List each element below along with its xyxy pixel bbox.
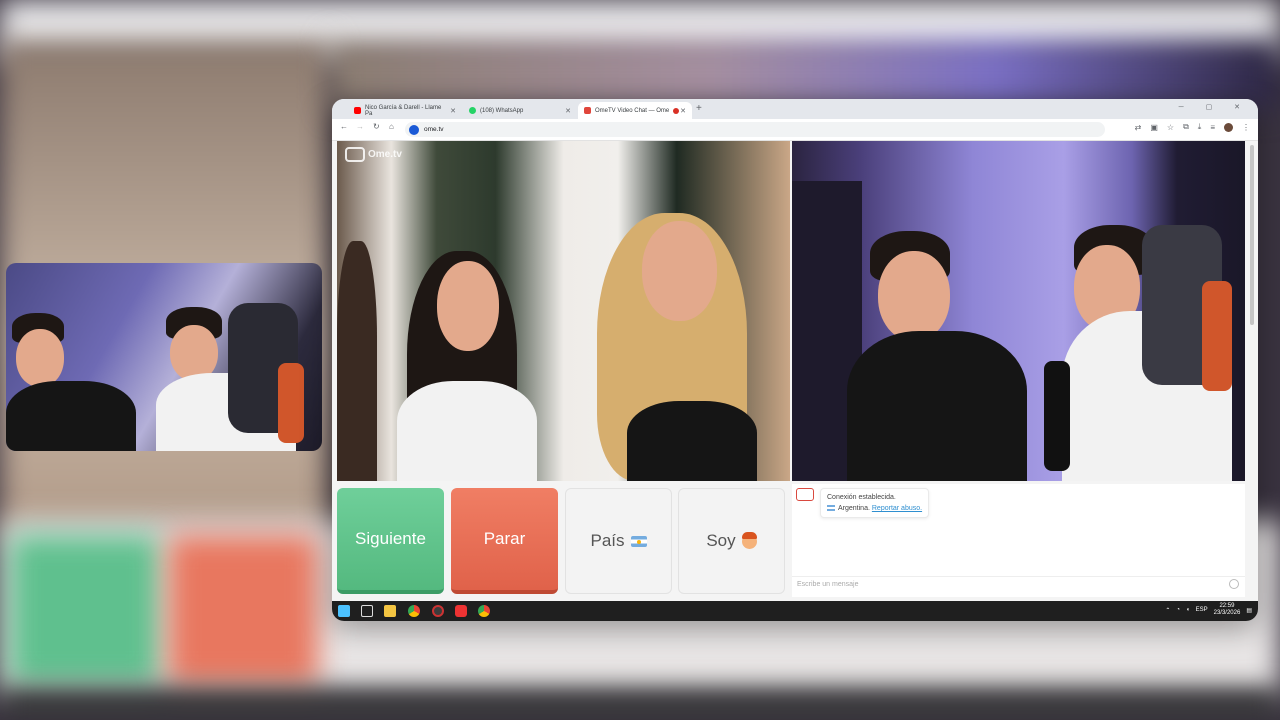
argentina-flag-icon <box>630 535 647 547</box>
clock[interactable]: 22:59 23/3/2026 <box>1214 603 1241 617</box>
system-tray: ⌃ ◔ ◖ ESP 22:59 23/3/2026 ▤ <box>1165 603 1252 617</box>
close-icon[interactable]: ✕ <box>450 107 456 115</box>
own-video <box>792 141 1245 481</box>
tab-label: OmeTV Video Chat — Ome <box>595 107 670 114</box>
menu-icon[interactable]: ⋮ <box>1242 123 1250 132</box>
tab-youtube[interactable]: Nico García & Darell - Llame Pa ✕ <box>348 102 462 119</box>
tray-expand-icon[interactable]: ⌃ <box>1165 607 1170 614</box>
clock-time: 22:59 <box>1219 603 1235 609</box>
download-icon[interactable]: ⤓ <box>1198 122 1202 132</box>
gender-button[interactable]: Soy <box>678 488 785 594</box>
partner-country: Argentina. <box>838 505 870 512</box>
file-explorer-icon[interactable] <box>384 605 396 617</box>
back-icon[interactable]: ← <box>340 122 348 131</box>
reload-icon[interactable]: ↻ <box>373 122 380 131</box>
tv-icon <box>345 147 365 162</box>
close-icon[interactable]: ✕ <box>565 107 571 115</box>
message-input[interactable]: Escribe un mensaje <box>792 576 1245 592</box>
emoji-icon[interactable] <box>1229 579 1239 589</box>
tab-bar: Nico García & Darell - Llame Pa ✕ (108) … <box>332 99 1258 119</box>
ometv-watermark: Ome.tv <box>345 147 402 162</box>
site-info-icon[interactable] <box>409 124 419 135</box>
tab-ometv[interactable]: OmeTV Video Chat — Ome ✕ <box>578 102 692 119</box>
streamer-webcam <box>6 263 322 451</box>
browser-toolbar: ← → ↻ ⌂ ome.tv ⇄ ▣ ☆ ⧉ ⤓ ≡ ⋮ <box>332 119 1258 141</box>
chrome-icon[interactable] <box>408 605 420 617</box>
chrome-icon[interactable] <box>478 605 490 617</box>
browser-window: Nico García & Darell - Llame Pa ✕ (108) … <box>332 99 1258 621</box>
clock-date: 23/3/2026 <box>1213 610 1241 616</box>
tab-label: (108) WhatsApp <box>480 107 524 114</box>
forward-icon[interactable]: → <box>356 122 364 131</box>
obs-icon[interactable] <box>432 605 444 617</box>
ometv-page: Ome.tv Siguiente Parar País Soy Conexión… <box>332 141 1258 601</box>
report-abuse-link[interactable]: Reportar abuso. <box>872 505 922 512</box>
extensions-icon[interactable]: ⧉ <box>1183 122 1189 132</box>
boy-emoji-icon <box>741 531 757 549</box>
tab-label: Nico García & Darell - Llame Pa <box>365 104 442 117</box>
task-view-icon[interactable] <box>361 605 373 617</box>
home-icon[interactable]: ⌂ <box>389 122 394 131</box>
volume-icon[interactable]: ◖ <box>1186 607 1190 613</box>
country-button-label: País <box>590 531 625 550</box>
whatsapp-icon <box>469 107 476 114</box>
connection-status: Conexión establecida. <box>827 494 896 501</box>
url-text: ome.tv <box>424 126 444 133</box>
language-indicator[interactable]: ESP <box>1196 607 1208 613</box>
chat-panel: Conexión establecida. Argentina. Reporta… <box>792 484 1245 597</box>
page-scrollbar[interactable] <box>1250 145 1254 325</box>
system-message: Conexión establecida. Argentina. Reporta… <box>820 488 930 518</box>
recording-icon <box>673 107 680 114</box>
network-icon[interactable]: ◔ <box>1176 607 1180 613</box>
stop-button[interactable]: Parar <box>451 488 558 594</box>
youtube-icon <box>354 107 361 114</box>
stranger-video: Ome.tv <box>337 141 790 481</box>
toolbar-actions: ⇄ ▣ ☆ ⧉ ⤓ ≡ ⋮ <box>1135 122 1250 132</box>
windows-taskbar: ⌃ ◔ ◖ ESP 22:59 23/3/2026 ▤ <box>332 601 1258 621</box>
start-icon[interactable] <box>338 605 350 617</box>
bookmark-star-icon[interactable]: ☆ <box>1167 123 1174 132</box>
country-button[interactable]: País <box>565 488 672 594</box>
cast-icon[interactable]: ▣ <box>1150 123 1158 132</box>
close-icon[interactable]: ✕ <box>680 107 686 115</box>
capcut-icon[interactable] <box>455 605 467 617</box>
stop-button-label: Parar <box>483 529 526 548</box>
ometv-icon <box>584 107 591 114</box>
media-icon[interactable]: ≡ <box>1210 123 1215 132</box>
argentina-flag-icon <box>827 505 835 512</box>
tab-whatsapp[interactable]: (108) WhatsApp ✕ <box>463 102 577 119</box>
translate-icon[interactable]: ⇄ <box>1135 123 1142 132</box>
gender-button-label: Soy <box>706 531 736 550</box>
address-bar[interactable]: ome.tv <box>405 122 1105 137</box>
ometv-chat-icon <box>796 488 814 501</box>
window-controls[interactable]: ─ ▢ ✕ <box>1179 103 1250 111</box>
ometv-logo-text: Ome.tv <box>368 149 402 160</box>
profile-avatar[interactable] <box>1224 122 1233 132</box>
next-button[interactable]: Siguiente <box>337 488 444 594</box>
notifications-icon[interactable]: ▤ <box>1246 607 1252 614</box>
new-tab-icon[interactable]: + <box>696 103 702 114</box>
next-button-label: Siguiente <box>355 529 426 548</box>
